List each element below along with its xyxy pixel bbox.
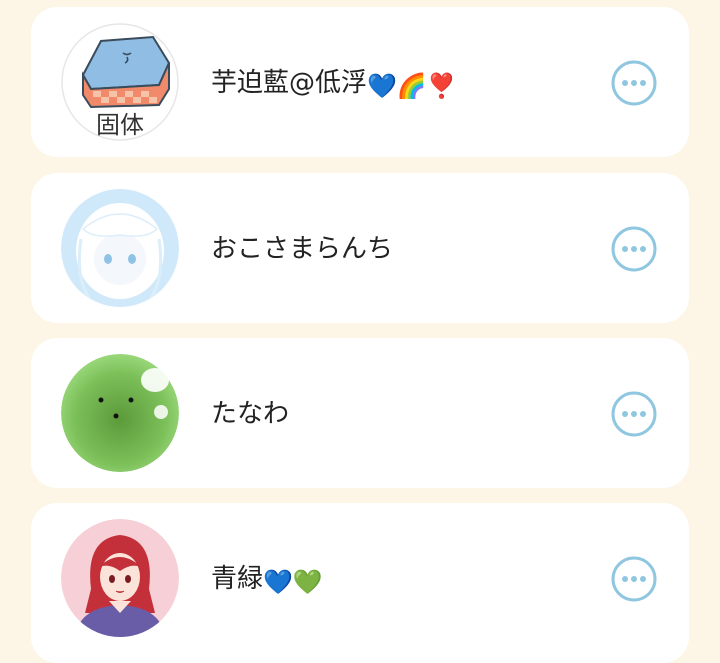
more-options-icon: [611, 391, 657, 437]
more-options-icon: [611, 60, 657, 106]
avatar[interactable]: [61, 354, 179, 472]
friend-name: たなわ: [211, 399, 290, 429]
friend-card[interactable]: 青緑💙💚: [31, 503, 689, 663]
heart-exclamation-icon: ❣️: [426, 72, 457, 100]
friend-name-row[interactable]: 青緑💙💚: [211, 559, 323, 599]
friend-name-row[interactable]: おこさまらんち: [211, 229, 393, 269]
more-options-button[interactable]: [611, 391, 657, 437]
more-options-icon: [611, 226, 657, 272]
more-options-icon: [611, 556, 657, 602]
friend-name: 芋迫藍@低浮: [211, 68, 368, 98]
more-options-button[interactable]: [611, 60, 657, 106]
avatar[interactable]: 固体: [61, 23, 179, 141]
avatar-caption: 固体: [96, 111, 144, 139]
friend-card[interactable]: おこさまらんち: [31, 173, 689, 323]
rainbow-icon: 🌈: [396, 72, 427, 100]
friend-list: 固体 芋迫藍@低浮💙🌈❣️ おこさまらんち たなわ 青緑💙💚: [0, 0, 720, 663]
friend-card[interactable]: たなわ: [31, 338, 689, 488]
green-slime-avatar-icon: [61, 354, 179, 472]
friend-name-row[interactable]: たなわ: [211, 394, 289, 434]
white-hair-character-avatar-icon: [61, 189, 179, 307]
ice-block-avatar-icon: 固体: [61, 23, 179, 141]
blue-heart-icon: 💙: [367, 72, 397, 100]
friend-name: おこさまらんち: [211, 234, 394, 264]
blue-heart-icon: 💙: [263, 568, 293, 596]
friend-name-row[interactable]: 芋迫藍@低浮💙🌈❣️: [211, 63, 457, 103]
friend-name: 青緑: [211, 564, 264, 594]
avatar[interactable]: [61, 519, 179, 637]
more-options-button[interactable]: [611, 226, 657, 272]
more-options-button[interactable]: [611, 556, 657, 602]
friend-card[interactable]: 固体 芋迫藍@低浮💙🌈❣️: [31, 7, 689, 157]
red-hair-girl-avatar-icon: [61, 519, 179, 637]
avatar[interactable]: [61, 189, 179, 307]
green-heart-icon: 💚: [292, 568, 323, 596]
